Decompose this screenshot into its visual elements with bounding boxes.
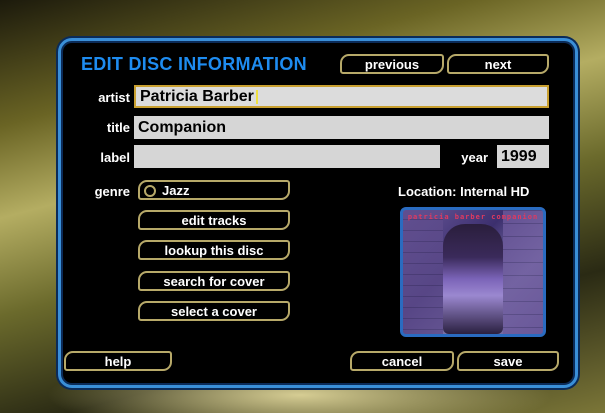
year-value: 1999 (501, 147, 537, 165)
title-field[interactable]: Companion (134, 116, 549, 139)
lookup-disc-label: lookup this disc (164, 242, 264, 258)
select-cover-label: select a cover (170, 303, 257, 319)
cover-figure (443, 224, 503, 334)
cancel-button[interactable]: cancel (350, 351, 454, 371)
search-cover-label: search for cover (163, 273, 265, 289)
title-value: Companion (138, 118, 226, 136)
text-caret (255, 89, 258, 104)
year-field[interactable]: 1999 (497, 145, 549, 168)
year-label: year (461, 150, 488, 165)
artist-value: Patricia Barber (140, 87, 254, 105)
edit-tracks-label: edit tracks (181, 212, 247, 228)
genre-value: Jazz (162, 182, 190, 198)
next-button-label: next (484, 56, 512, 72)
label-label: label (100, 150, 130, 165)
save-button[interactable]: save (457, 351, 559, 371)
cover-wall-left (403, 210, 443, 334)
page-title: EDIT DISC INFORMATION (81, 54, 307, 74)
cancel-button-label: cancel (381, 353, 423, 369)
genre-label: genre (94, 184, 130, 199)
artist-label: artist (98, 90, 130, 105)
genre-cycle-icon (144, 185, 156, 197)
help-button-label: help (104, 353, 132, 369)
genre-select[interactable]: Jazz (138, 180, 290, 200)
previous-button-label: previous (364, 56, 420, 72)
select-cover-button[interactable]: select a cover (138, 301, 290, 321)
search-cover-button[interactable]: search for cover (138, 271, 290, 291)
edit-tracks-button[interactable]: edit tracks (138, 210, 290, 230)
help-button[interactable]: help (64, 351, 172, 371)
previous-button[interactable]: previous (340, 54, 444, 74)
cover-text: patricia barber companion (407, 213, 539, 221)
save-button-label: save (493, 353, 523, 369)
artist-field[interactable]: Patricia Barber (134, 85, 549, 108)
lookup-disc-button[interactable]: lookup this disc (138, 240, 290, 260)
album-cover[interactable]: patricia barber companion (400, 207, 546, 337)
title-label: title (106, 120, 130, 135)
label-field[interactable] (134, 145, 440, 168)
cover-wall-right (503, 210, 543, 334)
next-button[interactable]: next (447, 54, 549, 74)
location-text: Location: Internal HD (398, 184, 530, 199)
